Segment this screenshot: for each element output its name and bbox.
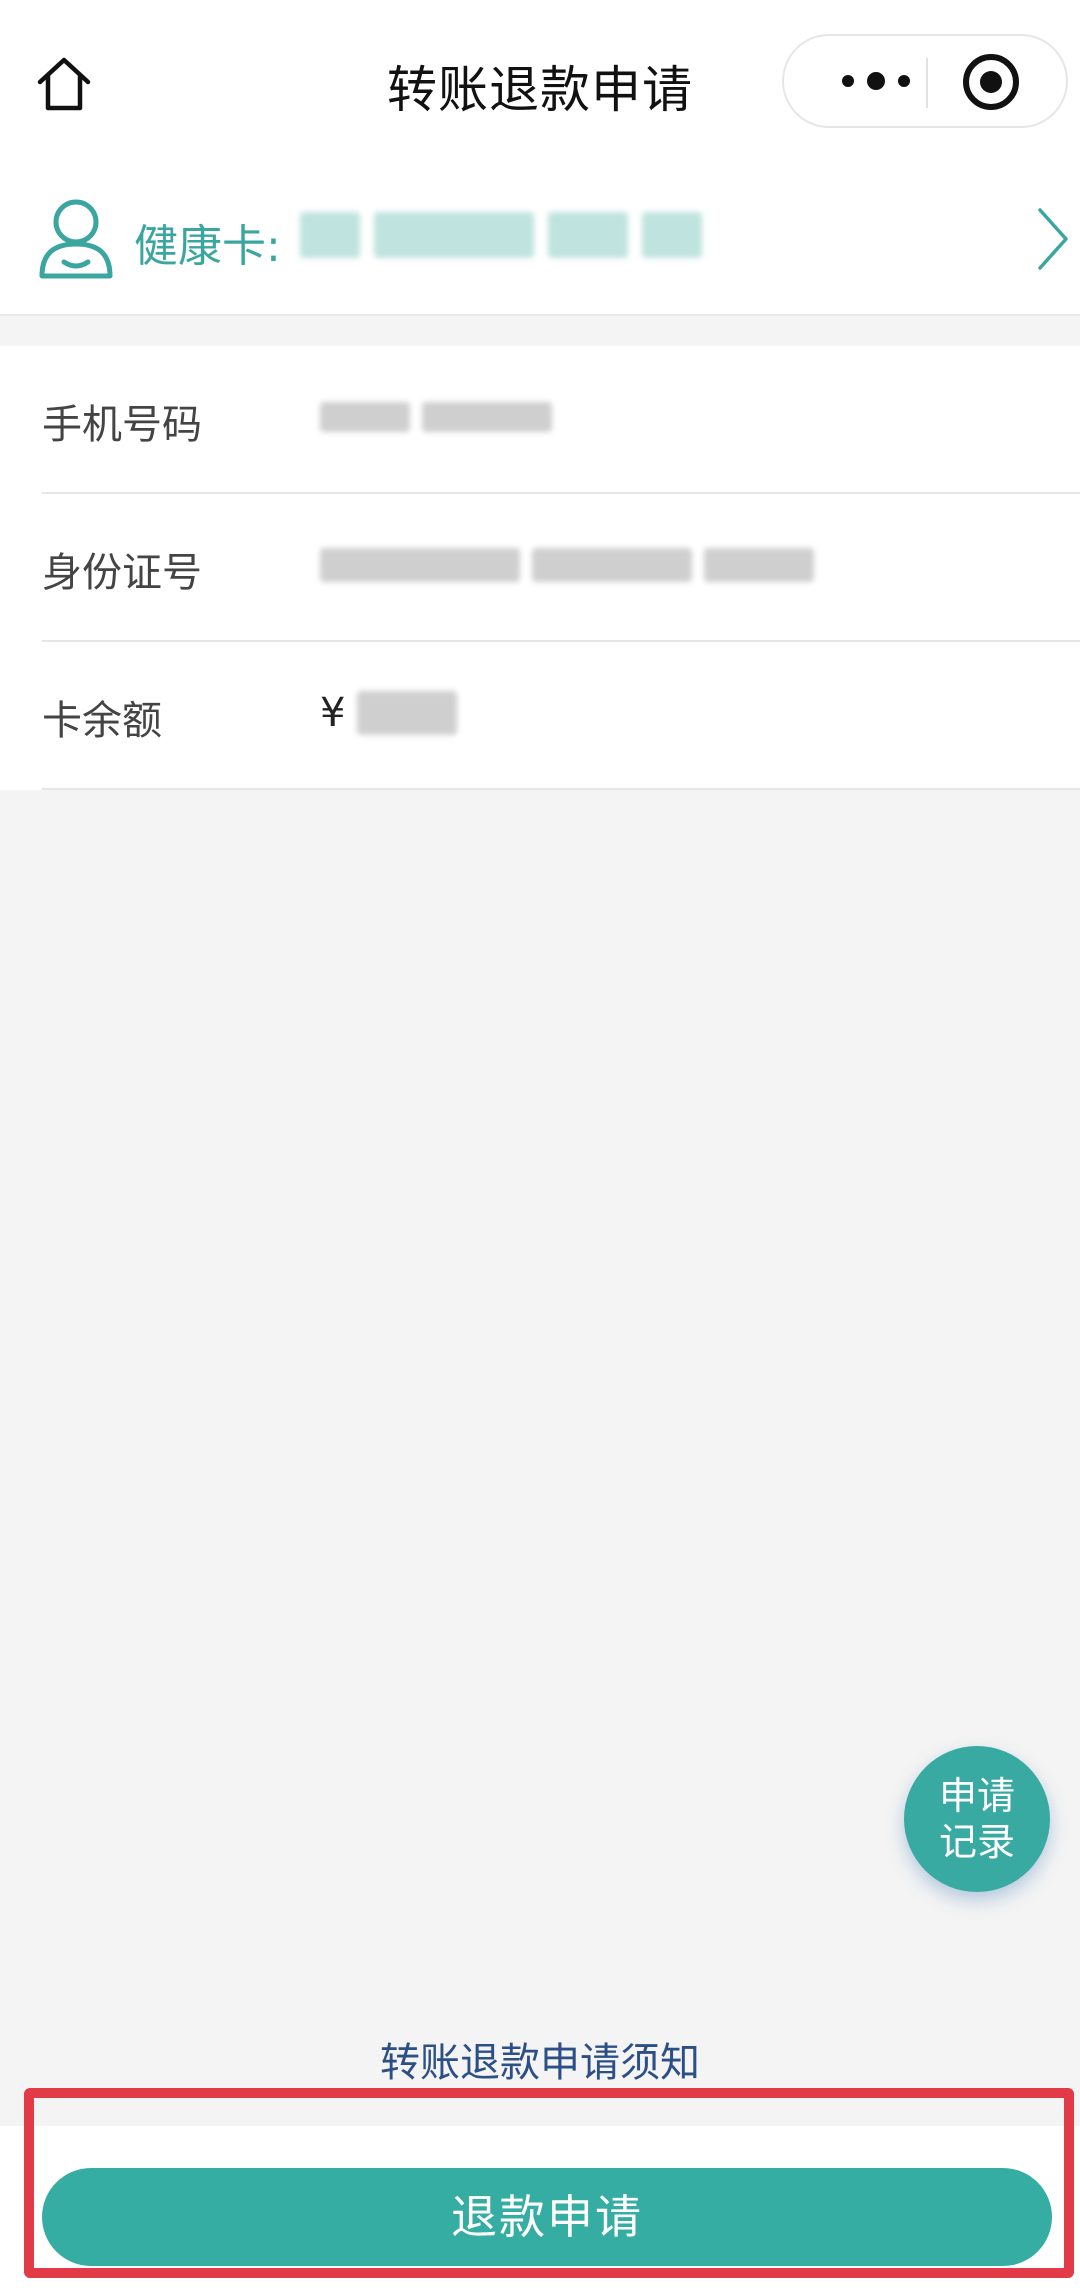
highlight-box — [24, 2088, 1074, 2278]
health-card-label: 健康卡: — [134, 221, 281, 272]
target-circle-icon[interactable] — [960, 51, 1022, 113]
application-record-button[interactable]: 申请 记录 — [904, 1746, 1050, 1892]
balance-row: 卡余额 ¥ — [42, 640, 1080, 788]
id-number-label: 身份证号 — [42, 550, 202, 596]
id-number-row: 身份证号 — [42, 492, 1080, 640]
card-info-list: 手机号码 身份证号 卡余额 ¥ — [0, 346, 1080, 790]
currency-symbol: ¥ — [320, 690, 346, 736]
capsule-divider — [926, 58, 928, 108]
balance-label: 卡余额 — [42, 698, 162, 744]
fab-line-2: 记录 — [938, 1820, 1015, 1864]
nav-bar: 转账退款申请 — [0, 0, 1080, 170]
user-icon — [39, 199, 113, 279]
health-card-selector[interactable]: 健康卡: — [0, 170, 1080, 316]
capsule-menu — [782, 34, 1068, 128]
health-card-number-redacted — [300, 204, 720, 266]
chevron-right-icon — [1038, 208, 1068, 270]
fab-line-1: 申请 — [938, 1774, 1015, 1818]
more-dots-icon[interactable] — [828, 56, 938, 106]
phone-row: 手机号码 — [0, 346, 1080, 492]
phone-label: 手机号码 — [42, 402, 202, 448]
id-number-value-redacted — [320, 540, 814, 590]
phone-value-redacted — [320, 392, 552, 442]
list-divider — [42, 788, 1080, 790]
refund-notice-link[interactable]: 转账退款申请须知 — [0, 2030, 1080, 2088]
balance-value: ¥ — [320, 688, 458, 738]
